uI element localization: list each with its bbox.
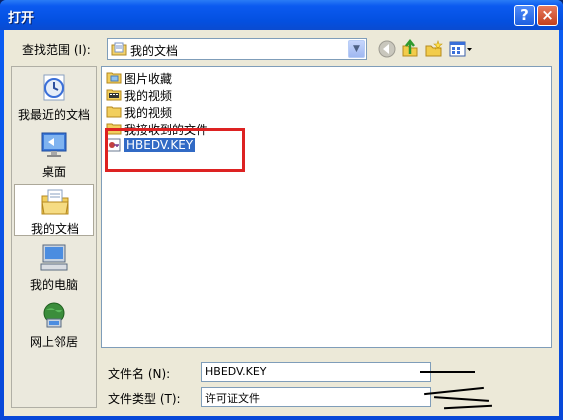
place-label: 我最近的文档: [17, 108, 90, 122]
my-documents-icon: [111, 42, 127, 56]
redaction-mark: [420, 371, 475, 373]
look-in-label: 查找范围 (I):: [22, 43, 91, 57]
videos-folder-icon: [106, 89, 122, 101]
place-recent-documents[interactable]: 我最近的文档: [14, 71, 94, 123]
place-my-documents[interactable]: 我的文档: [14, 184, 94, 236]
my-computer-icon: [40, 244, 68, 271]
back-icon[interactable]: [377, 39, 397, 59]
redaction-mark: [443, 404, 493, 410]
highlight-annotation-box: [105, 128, 245, 172]
folder-icon: [106, 106, 122, 118]
place-label: 我的文档: [30, 222, 79, 236]
filetype-field[interactable]: 许可证文件: [201, 387, 431, 407]
place-label: 我的电脑: [29, 278, 78, 292]
network-places-icon: [43, 302, 65, 328]
look-in-combobox[interactable]: 我的文档 ▼: [107, 38, 367, 60]
help-button[interactable]: ?: [514, 5, 535, 26]
up-folder-icon[interactable]: [400, 39, 420, 59]
redaction-mark: [424, 386, 484, 396]
dialog-body: 查找范围 (I): 我的文档 ▼ 我最近的文档 桌面 我的文档 我的电脑 网上邻…: [4, 30, 559, 416]
title-bar[interactable]: 打开 ? ×: [0, 0, 563, 30]
close-button[interactable]: ×: [537, 5, 558, 26]
look-in-value: 我的文档: [130, 44, 179, 58]
file-name: 我的视频: [124, 106, 173, 120]
file-name: 图片收藏: [124, 72, 173, 86]
my-documents-icon: [41, 189, 69, 215]
filename-label: 文件名 (N):: [108, 367, 171, 381]
new-folder-icon[interactable]: [424, 39, 444, 59]
place-network[interactable]: 网上邻居: [14, 298, 94, 350]
open-dialog: 打开 ? × 查找范围 (I): 我的文档 ▼ 我最近的文档 桌面 我的文档 我…: [0, 0, 563, 420]
filetype-label: 文件类型 (T):: [108, 392, 181, 406]
filename-field[interactable]: HBEDV.KEY: [201, 362, 431, 382]
recent-documents-icon: [43, 74, 65, 101]
file-list[interactable]: 图片收藏 我的视频 我的视频 我接收到的文件 HBEDV.KEY: [101, 66, 552, 348]
file-name: 我的视频: [124, 89, 173, 103]
place-label: 网上邻居: [29, 335, 78, 349]
desktop-icon: [41, 132, 67, 157]
views-menu-icon[interactable]: [448, 39, 474, 59]
places-bar: 我最近的文档 桌面 我的文档 我的电脑 网上邻居: [11, 66, 97, 408]
chevron-down-icon[interactable]: ▼: [348, 40, 365, 58]
place-label: 桌面: [41, 165, 66, 179]
place-desktop[interactable]: 桌面: [14, 128, 94, 180]
redaction-mark: [433, 396, 490, 402]
place-my-computer[interactable]: 我的电脑: [14, 241, 94, 293]
pictures-folder-icon: [106, 72, 122, 84]
window-title: 打开: [8, 11, 35, 26]
